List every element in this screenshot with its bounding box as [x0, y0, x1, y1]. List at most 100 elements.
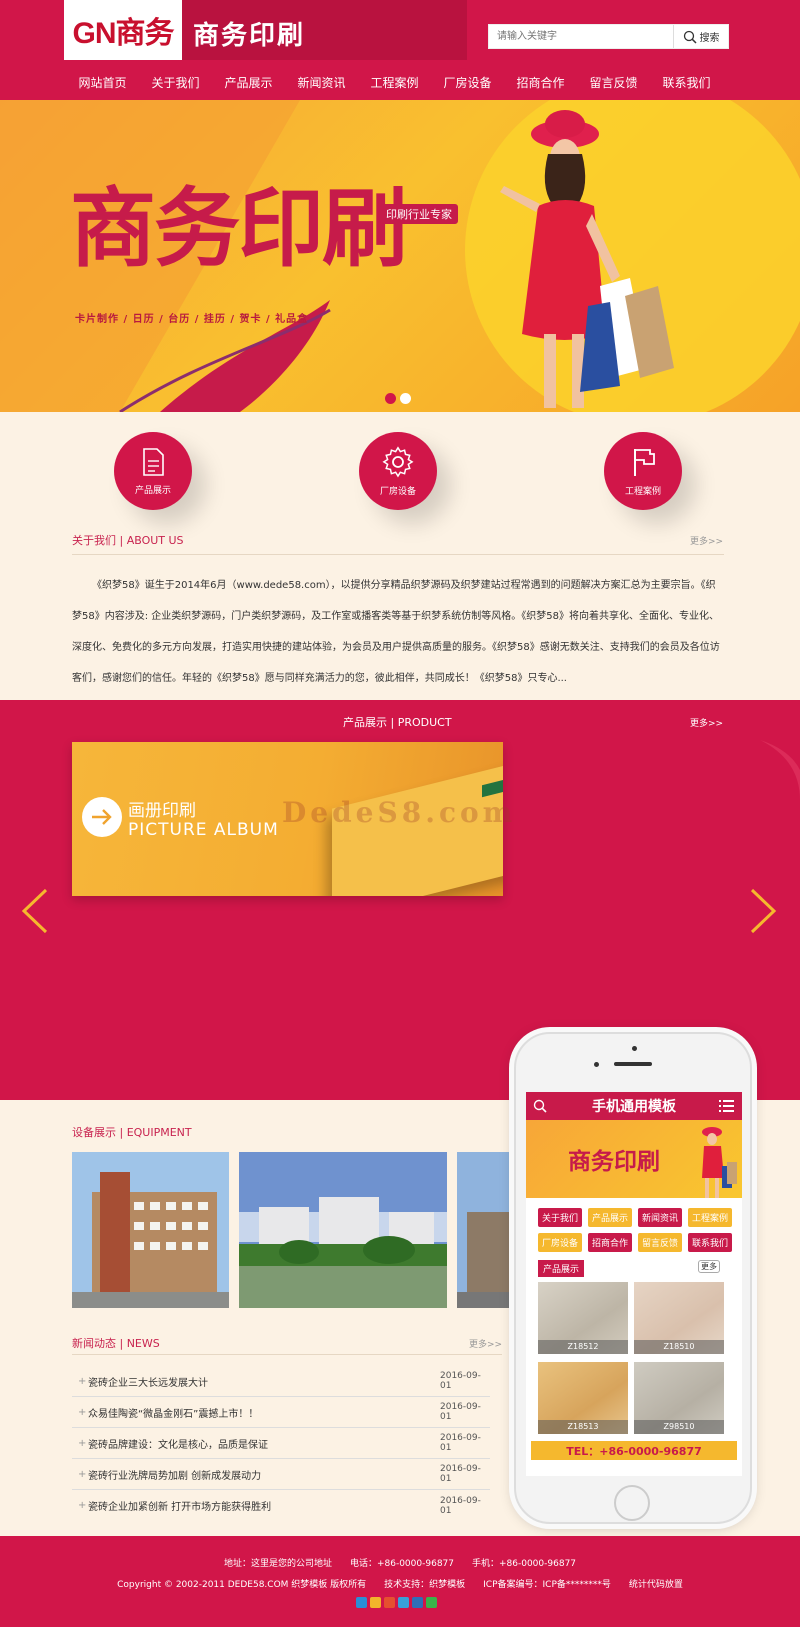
phone-header: 手机通用模板 — [526, 1092, 742, 1120]
phone-product-tile-label: Z18510 — [634, 1340, 724, 1354]
news-item[interactable]: + 瓷砖行业洗牌局势加剧 创新成发展动力 2016-09-01 — [72, 1459, 490, 1490]
about-text: 《织梦58》诞生于2014年6月（www.dede58.com），以提供分享精品… — [72, 580, 720, 684]
nav-item-feedback[interactable]: 留言反馈 — [577, 70, 650, 96]
plus-icon: + — [78, 1375, 87, 1387]
phone-screen: 手机通用模板 商务印刷 关于我们 产品展示 新闻资讯 工程案例 厂房设备 招商合… — [526, 1092, 742, 1476]
feature-equipment-button[interactable]: 厂房设备 — [359, 432, 437, 510]
slide-dots — [385, 393, 411, 404]
news-item-date: 2016-09-01 — [440, 1433, 481, 1453]
document-icon — [143, 447, 164, 476]
product-more-link[interactable]: 更多>> — [690, 716, 723, 729]
phone-mockup: 手机通用模板 商务印刷 关于我们 产品展示 新闻资讯 工程案例 厂房设备 招商合… — [514, 1032, 752, 1524]
share-plus-icon[interactable] — [356, 1597, 367, 1608]
feature-cases-button[interactable]: 工程案例 — [604, 432, 682, 510]
phone-nav-feedback[interactable]: 留言反馈 — [638, 1233, 682, 1252]
search-button[interactable]: 搜索 — [673, 25, 728, 48]
equipment-section-title: 设备展示 | EQUIPMENT — [72, 1126, 192, 1139]
news-list: + 瓷砖企业三大长远发展大计 2016-09-01 + 众易佳陶瓷“微晶金刚石”震撼上… — [72, 1366, 490, 1521]
feature-products-button[interactable]: 产品展示 — [114, 432, 192, 510]
phone-nav-contact[interactable]: 联系我们 — [688, 1233, 732, 1252]
news-item[interactable]: + 瓷砖企业三大长远发展大计 2016-09-01 — [72, 1366, 490, 1397]
search-box: 搜索 — [488, 24, 729, 49]
news-item[interactable]: + 瓷砖品牌建设：文化是核心，品质是保证 2016-09-01 — [72, 1428, 490, 1459]
phone-nav-equipment[interactable]: 厂房设备 — [538, 1233, 582, 1252]
phone-product-tile[interactable]: Z18512 — [538, 1282, 628, 1354]
flag-icon — [634, 448, 655, 476]
phone-camera — [594, 1062, 599, 1067]
carousel-next-chevron-icon[interactable] — [748, 886, 780, 936]
site-footer: 地址：这里是您的公司地址 电话：+86-0000-96877 手机：+86-00… — [0, 1536, 800, 1627]
about-more-link[interactable]: 更多>> — [690, 534, 723, 547]
phone-nav-products[interactable]: 产品展示 — [588, 1208, 632, 1227]
book-label-graphic — [482, 771, 503, 798]
equipment-photo-2[interactable] — [239, 1152, 447, 1308]
phone-tel-bar[interactable]: TEL：+86-0000-96877 — [531, 1441, 737, 1460]
gear-icon — [382, 445, 414, 477]
search-input[interactable] — [489, 25, 674, 48]
nav-item-home[interactable]: 网站首页 — [66, 70, 139, 96]
phone-section-label: 产品展示 — [538, 1260, 585, 1277]
feature-cases-label: 工程案例 — [624, 486, 661, 497]
footer-copyright-line: Copyright © 2002-2011 DEDE58.COM 织梦模板 版权… — [117, 1580, 683, 1590]
equipment-photo-1[interactable] — [72, 1152, 229, 1308]
carousel-prev-chevron-icon[interactable] — [18, 886, 50, 936]
share-qzone-icon[interactable] — [370, 1597, 381, 1608]
news-item-date: 2016-09-01 — [440, 1371, 481, 1391]
plus-icon: + — [78, 1500, 87, 1511]
nav-item-equipment[interactable]: 厂房设备 — [431, 70, 504, 96]
share-tqq-icon[interactable] — [398, 1597, 409, 1608]
phone-banner[interactable]: 商务印刷 — [526, 1120, 742, 1198]
phone-more-link[interactable]: 更多 — [698, 1260, 720, 1273]
news-item-title: 瓷砖行业洗牌局势加剧 创新成发展动力 — [88, 1470, 262, 1482]
nav-item-contact[interactable]: 联系我们 — [650, 70, 723, 96]
search-icon[interactable] — [533, 1099, 547, 1113]
phone-nav-news[interactable]: 新闻资讯 — [638, 1208, 682, 1227]
phone-product-tile-label: Z18513 — [538, 1420, 628, 1434]
phone-nav: 关于我们 产品展示 新闻资讯 工程案例 厂房设备 招商合作 留言反馈 联系我们 — [538, 1208, 738, 1252]
site-header: GN商务 商务印刷 搜索 网站首页 关于我们 产品展示 新闻资讯 工程案例 厂房… — [0, 0, 800, 100]
nav-item-cooperation[interactable]: 招商合作 — [504, 70, 577, 96]
main-nav: 网站首页 关于我们 产品展示 新闻资讯 工程案例 厂房设备 招商合作 留言反馈 … — [66, 70, 723, 96]
share-renren-icon[interactable] — [412, 1597, 423, 1608]
news-item-title: 瓷砖品牌建设：文化是核心，品质是保证 — [88, 1439, 268, 1451]
news-item-title: 众易佳陶瓷“微晶金刚石”震撼上市！！ — [88, 1408, 259, 1420]
phone-nav-about[interactable]: 关于我们 — [538, 1208, 582, 1227]
plus-icon: + — [78, 1406, 87, 1418]
banner-subtitle: 卡片制作 / 日历 / 台历 / 挂历 / 贺卡 / 礼品盒 — [75, 314, 309, 325]
share-icons — [356, 1597, 437, 1608]
nav-item-cases[interactable]: 工程案例 — [358, 70, 431, 96]
phone-header-title: 手机通用模板 — [592, 1099, 676, 1115]
phone-product-tile[interactable]: Z18510 — [634, 1282, 724, 1354]
slide-dot-1[interactable] — [385, 393, 396, 404]
news-item-date: 2016-09-01 — [440, 1402, 481, 1422]
feature-products-label: 产品展示 — [134, 485, 171, 496]
phone-home-button — [614, 1485, 650, 1521]
phone-product-tile[interactable]: Z98510 — [634, 1362, 724, 1434]
nav-item-news[interactable]: 新闻资讯 — [285, 70, 358, 96]
phone-product-tile[interactable]: Z18513 — [538, 1362, 628, 1434]
banner-title: 商务印刷 — [70, 179, 408, 279]
product-card-title: 画册印刷 — [128, 801, 196, 821]
logo[interactable]: GN商务 — [64, 0, 182, 60]
news-item[interactable]: + 瓷砖企业加紧创新 打开市场方能获得胜利 2016-09-01 — [72, 1490, 490, 1521]
model-image — [500, 110, 674, 408]
nav-item-about[interactable]: 关于我们 — [139, 70, 212, 96]
share-weibo-icon[interactable] — [384, 1597, 395, 1608]
search-button-label: 搜索 — [699, 33, 720, 44]
slide-dot-2[interactable] — [400, 393, 411, 404]
news-divider — [72, 1354, 502, 1355]
share-wechat-icon[interactable] — [426, 1597, 437, 1608]
news-item[interactable]: + 众易佳陶瓷“微晶金刚石”震撼上市！！ 2016-09-01 — [72, 1397, 490, 1428]
nav-item-products[interactable]: 产品展示 — [212, 70, 285, 96]
news-item-title: 瓷砖企业加紧创新 打开市场方能获得胜利 — [88, 1502, 272, 1513]
banner-tag: 印刷行业专家 — [380, 204, 458, 224]
equipment-photo-3[interactable] — [457, 1152, 514, 1308]
phone-nav-cases[interactable]: 工程案例 — [688, 1208, 732, 1227]
brand-title: 商务印刷 — [193, 21, 306, 51]
phone-nav-cooperation[interactable]: 招商合作 — [588, 1233, 632, 1252]
menu-icon[interactable] — [719, 1099, 734, 1113]
plus-icon: + — [78, 1437, 87, 1449]
news-more-link[interactable]: 更多>> — [469, 1337, 502, 1350]
hero-banner[interactable]: 商务印刷 印刷行业专家 卡片制作 / 日历 / 台历 / 挂历 / 贺卡 / 礼… — [0, 100, 800, 412]
phone-product-tile-label: Z18512 — [538, 1340, 628, 1354]
